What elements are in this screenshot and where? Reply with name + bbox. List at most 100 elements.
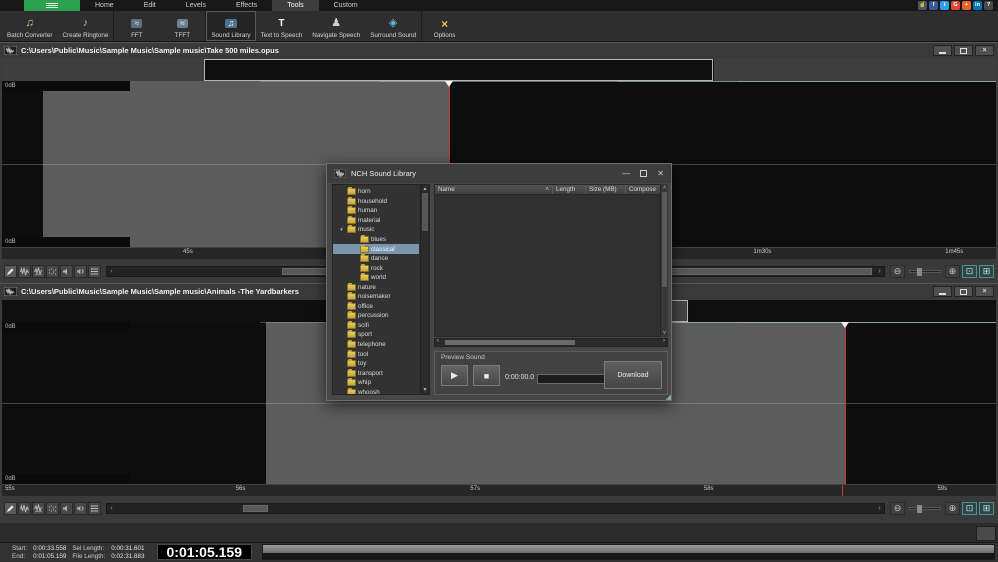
column-header-composer[interactable]: Compose	[626, 185, 659, 194]
wave-dots-tool-button[interactable]	[46, 502, 59, 515]
scrollbar-thumb[interactable]	[243, 505, 268, 512]
social-icon[interactable]: +	[962, 1, 971, 10]
menu-item[interactable]: Tools	[272, 0, 318, 11]
zoom-slider-knob[interactable]	[917, 268, 922, 276]
maximize-icon[interactable]	[954, 45, 973, 56]
zoom-selection-icon[interactable]: ⊡	[962, 265, 977, 278]
hamburger-menu-button[interactable]	[24, 0, 80, 11]
tree-item[interactable]: transport	[333, 368, 419, 378]
pencil-tool-button[interactable]	[4, 265, 17, 278]
cursor-marker-icon[interactable]	[445, 81, 453, 87]
tree-item[interactable]: tool	[333, 349, 419, 359]
tab-overflow-button[interactable]	[976, 526, 996, 541]
speaker-play-button[interactable]	[74, 265, 87, 278]
cursor-marker-icon[interactable]	[841, 322, 849, 328]
tree-item[interactable]: noisemaker	[333, 292, 419, 302]
menu-item[interactable]: Edit	[129, 0, 171, 11]
tree-item[interactable]: ▾ music	[333, 225, 419, 235]
social-icon[interactable]: t	[940, 1, 949, 10]
zoom-selection-icon[interactable]: ⊡	[962, 502, 977, 515]
table-h-scrollbar[interactable]: ‹ ›	[434, 338, 668, 347]
tree-item[interactable]: office	[333, 302, 419, 312]
social-icon[interactable]: ?	[984, 1, 993, 10]
scroll-down-icon[interactable]: ˅	[661, 330, 668, 336]
menu-item[interactable]: Custom	[319, 0, 373, 11]
window1-title-bar[interactable]: C:\Users\Public\Music\Sample Music\Sampl…	[0, 43, 998, 58]
scroll-up-icon[interactable]: ˄	[661, 185, 668, 191]
window2-time-ruler[interactable]: 55s 56s 57s 58s 59s	[2, 484, 996, 496]
ribbon-button[interactable]: Text to Speech	[256, 11, 308, 41]
dialog-resize-grip[interactable]: ◢	[666, 393, 671, 401]
social-icon[interactable]: in	[973, 1, 982, 10]
window1-overview-strip[interactable]	[2, 59, 996, 81]
ribbon-button[interactable]: FFT	[113, 11, 159, 41]
dialog-minimize-icon[interactable]: —	[622, 170, 630, 178]
menu-item[interactable]: Home	[80, 0, 129, 11]
zoom-full-icon[interactable]: ⊞	[979, 502, 994, 515]
column-header-size[interactable]: Size (MB)	[586, 185, 626, 194]
tree-item[interactable]: scifi	[333, 321, 419, 331]
dialog-title-bar[interactable]: NCH Sound Library — ✕	[327, 164, 671, 183]
tree-item[interactable]: nature	[333, 282, 419, 292]
window2-h-scrollbar[interactable]: ‹ ›	[106, 503, 885, 514]
wave-select-tool-button[interactable]	[32, 502, 45, 515]
zoom-slider[interactable]	[909, 270, 941, 273]
chevron-down-icon[interactable]: ▾	[338, 227, 345, 233]
ribbon-button[interactable]: Create Ringtone	[58, 11, 114, 41]
close-icon[interactable]: ×	[975, 286, 994, 297]
tree-item[interactable]: world	[333, 273, 419, 283]
zoom-slider[interactable]	[909, 507, 941, 510]
list-options-button[interactable]	[88, 502, 101, 515]
minimize-icon[interactable]	[933, 286, 952, 297]
tree-item[interactable]: whoosh	[333, 387, 419, 395]
ribbon-button[interactable]: Options	[421, 11, 467, 41]
wave-tool-button[interactable]	[18, 502, 31, 515]
pencil-tool-button[interactable]	[4, 502, 17, 515]
close-icon[interactable]: ×	[975, 45, 994, 56]
scrollbar-thumb[interactable]	[445, 340, 575, 345]
tree-item[interactable]: horn	[333, 187, 419, 197]
social-icon[interactable]: ☝	[918, 1, 927, 10]
menu-item[interactable]: Effects	[221, 0, 272, 11]
minimize-icon[interactable]	[933, 45, 952, 56]
ribbon-button[interactable]: TFFT	[159, 11, 205, 41]
scrollbar-thumb[interactable]	[662, 192, 667, 287]
dialog-close-icon[interactable]: ✕	[657, 170, 664, 178]
table-v-scrollbar[interactable]: ˄ ˅	[660, 184, 668, 337]
speaker-scrub-button[interactable]	[60, 265, 73, 278]
social-icon[interactable]: G	[951, 1, 960, 10]
tree-item[interactable]: household	[333, 197, 419, 207]
menu-item[interactable]: Levels	[171, 0, 221, 11]
zoom-full-icon[interactable]: ⊞	[979, 265, 994, 278]
viewport-indicator[interactable]	[204, 59, 713, 81]
scroll-right-icon[interactable]: ›	[875, 504, 884, 513]
scroll-right-icon[interactable]: ›	[875, 267, 884, 276]
tree-item[interactable]: rock	[333, 263, 419, 273]
tree-v-scrollbar[interactable]: ▲ ▼	[420, 185, 429, 394]
tree-item[interactable]: percussion	[333, 311, 419, 321]
scrollbar-thumb[interactable]	[422, 193, 428, 231]
tree-item[interactable]: dance	[333, 254, 419, 264]
zoom-in-icon[interactable]: ⊕	[945, 502, 960, 515]
scroll-up-icon[interactable]: ▲	[421, 186, 429, 192]
playback-cursor[interactable]	[845, 327, 846, 484]
tree-item[interactable]: material	[333, 216, 419, 226]
tree-item[interactable]: human	[333, 206, 419, 216]
ribbon-button[interactable]: Navigate Speech	[307, 11, 365, 41]
dialog-maximize-icon[interactable]	[640, 170, 647, 177]
wave-tool-button[interactable]	[18, 265, 31, 278]
speaker-scrub-button[interactable]	[60, 502, 73, 515]
tree-item[interactable]: blues	[333, 235, 419, 245]
zoom-slider-knob[interactable]	[917, 505, 922, 513]
maximize-icon[interactable]	[954, 286, 973, 297]
ribbon-button[interactable]: Surround Sound	[365, 11, 421, 41]
tree-item[interactable]: whip	[333, 378, 419, 388]
scroll-down-icon[interactable]: ▼	[421, 387, 429, 393]
scroll-left-icon[interactable]: ‹	[107, 504, 116, 513]
zoom-out-icon[interactable]: ⊖	[890, 502, 905, 515]
social-icon[interactable]: f	[929, 1, 938, 10]
ribbon-button[interactable]: Sound Library	[205, 11, 255, 41]
tree-item[interactable]: classical	[333, 244, 419, 254]
zoom-out-icon[interactable]: ⊖	[890, 265, 905, 278]
column-header-length[interactable]: Length	[553, 185, 586, 194]
